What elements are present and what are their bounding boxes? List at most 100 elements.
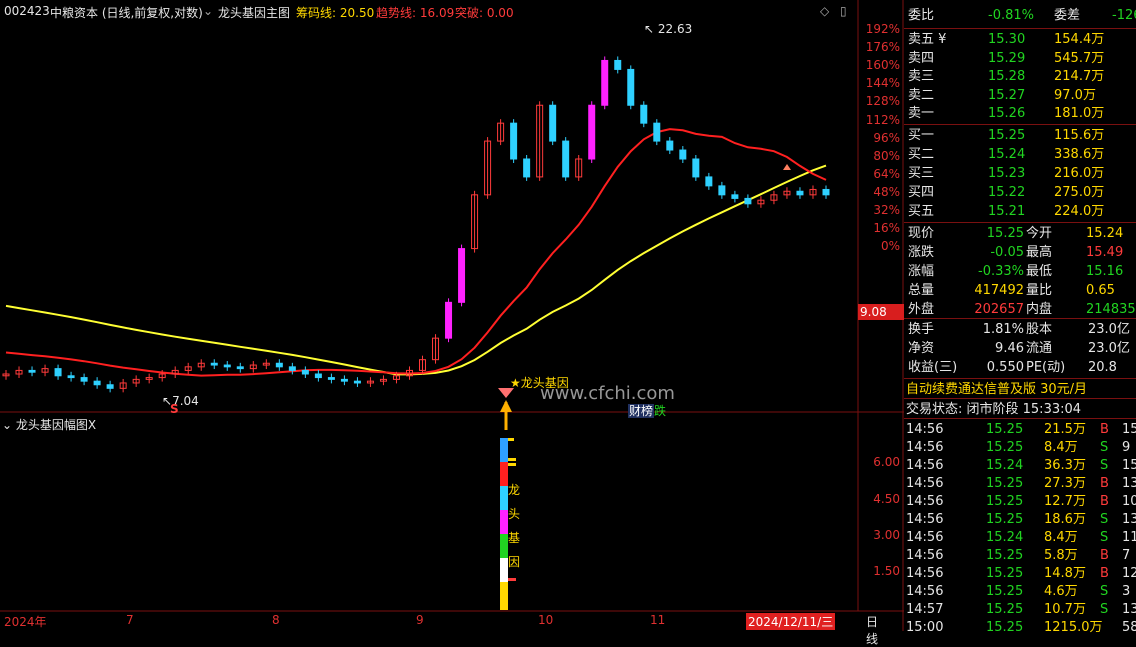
bid-price: 15.22 (988, 185, 1026, 200)
quote-label: 量比 (1026, 283, 1053, 298)
ask-row[interactable]: 卖四 15.29 545.7万 (904, 49, 1136, 68)
y-tick-label: 144% (865, 76, 900, 91)
tick-count: 10 (1122, 494, 1136, 509)
candle-body (627, 68, 635, 106)
bid-volume: 338.6万 (1054, 147, 1105, 162)
quote-label: 内盘 (1026, 302, 1053, 317)
ask-volume: 181.0万 (1054, 106, 1105, 121)
candle-body (80, 377, 88, 382)
tag-die[interactable]: 跌 (654, 404, 666, 418)
candle-body (340, 378, 348, 382)
tick-side: S (1100, 584, 1109, 599)
candle-body (744, 197, 752, 205)
ask-label: 卖一 (908, 106, 935, 121)
bid-row[interactable]: 买五 15.21 224.0万 (904, 202, 1136, 221)
candle-body (718, 185, 726, 196)
ask-label: 卖四 (908, 50, 935, 66)
tick-count: 13 (1122, 476, 1136, 491)
bid-row[interactable]: 买四 15.22 275.0万 (904, 183, 1136, 202)
tick-price: 15.25 (986, 584, 1024, 599)
tick-time: 14:57 (906, 602, 944, 617)
ask-volume: 97.0万 (1054, 87, 1096, 103)
chart-canvas[interactable] (0, 0, 904, 631)
x-axis: 2024年 7 8 9 10 11 2024/12/11/三 日线 (0, 611, 878, 646)
tick-volume: 4.6万 (1044, 584, 1078, 599)
y-tick-label: 160% (865, 58, 900, 73)
y-tick-label: 48% (873, 184, 900, 199)
candle-body (666, 140, 674, 151)
tick-price: 15.25 (986, 512, 1024, 527)
tick-volume: 5.8万 (1044, 548, 1078, 563)
candle-body (796, 190, 804, 196)
tick-time: 14:56 (906, 458, 944, 473)
period-button[interactable]: 日线 (866, 613, 878, 647)
tick-row: 14:56 15.25 27.3万 B 13 (904, 474, 1136, 493)
tick-volume: 10.7万 (1044, 602, 1086, 617)
bid-label: 买一 (908, 128, 935, 143)
tag-caibang[interactable]: 财榜 (628, 404, 655, 418)
candle-body (314, 373, 322, 379)
ask-volume: 214.7万 (1054, 69, 1105, 84)
bid-row[interactable]: 买一 15.25 115.6万 (904, 126, 1136, 145)
x-label: 10 (538, 613, 554, 627)
bid-volume: 115.6万 (1054, 128, 1105, 143)
quote-value: 417492 (974, 283, 1024, 298)
finance-label: 流通 (1026, 341, 1053, 356)
tick-row: 14:56 15.25 8.4万 S 9 (904, 438, 1136, 457)
y-tick-label: 176% (865, 40, 900, 55)
quote-value: 15.25 (986, 226, 1024, 241)
ask-label: 卖五 ¥ (908, 32, 947, 47)
tick-count: 11 (1122, 530, 1136, 545)
candlesticks (2, 56, 830, 393)
candle-body (301, 369, 309, 375)
sub-y-tick: 3.00 (873, 528, 900, 542)
candle-body (653, 122, 661, 142)
high-label: ↖ 22.63 (644, 22, 693, 36)
finance-row: 换手 1.81% 股本 23.0亿 (904, 320, 1136, 339)
quote-panel: 委比 -0.81% 委差 -126 卖五 ¥ 15.30 154.4万卖四 15.29… (904, 0, 1136, 635)
tick-price: 15.25 (986, 494, 1024, 509)
candle-body (562, 140, 570, 178)
bid-row[interactable]: 买三 15.23 216.0万 (904, 164, 1136, 183)
candle-body (458, 248, 466, 303)
candle-body (28, 369, 36, 373)
news-tags[interactable]: 财榜跌 (628, 402, 666, 419)
ask-row[interactable]: 卖二 15.27 97.0万 (904, 86, 1136, 105)
tick-time: 14:56 (906, 548, 944, 563)
promo-banner[interactable]: 自动续费通达信普及版 30元/月 (904, 380, 1136, 399)
finance-value: 9.46 (995, 341, 1024, 356)
bid-row[interactable]: 买二 15.24 338.6万 (904, 145, 1136, 164)
sub-panel-title[interactable]: ⌄ 龙头基因幅图X (2, 416, 96, 433)
tick-volume: 14.8万 (1044, 566, 1086, 581)
y-tick-label: 128% (865, 94, 900, 109)
candle-body (288, 366, 296, 371)
bid-price: 15.25 (988, 128, 1026, 143)
y-tick-label: 32% (873, 203, 900, 217)
x-label: 7 (126, 613, 134, 627)
bid-price: 15.23 (988, 166, 1026, 181)
tick-side: S (1100, 458, 1109, 473)
ask-row[interactable]: 卖三 15.28 214.7万 (904, 67, 1136, 86)
candle-body (93, 380, 101, 386)
tick-volume: 8.4万 (1044, 440, 1078, 455)
sell-mark: S (170, 402, 179, 416)
sub-y-tick: 1.50 (873, 564, 900, 578)
ask-row[interactable]: 卖五 ¥ 15.30 154.4万 (904, 30, 1136, 49)
finance-label: 收益(三) (908, 360, 958, 375)
ask-label: 卖二 (908, 87, 935, 103)
tick-count: 7 (1122, 548, 1131, 563)
tick-time: 14:56 (906, 566, 944, 581)
tick-price: 15.24 (986, 458, 1024, 473)
tick-time: 14:56 (906, 476, 944, 491)
quote-label: 涨跌 (908, 245, 935, 260)
ask-row[interactable]: 卖一 15.26 181.0万 (904, 104, 1136, 123)
quote-row: 外盘 202657 内盘 214835 (904, 300, 1136, 319)
watermark: www.cfchi.com (540, 383, 675, 404)
tick-time: 14:56 (906, 512, 944, 527)
tick-row: 14:56 15.24 8.4万 S 11 (904, 528, 1136, 547)
tick-volume: 21.5万 (1044, 422, 1086, 437)
ask-price: 15.26 (988, 106, 1026, 121)
candle-body (692, 158, 700, 178)
candle-body (106, 384, 114, 389)
finance-value: 0.550 (986, 360, 1024, 375)
